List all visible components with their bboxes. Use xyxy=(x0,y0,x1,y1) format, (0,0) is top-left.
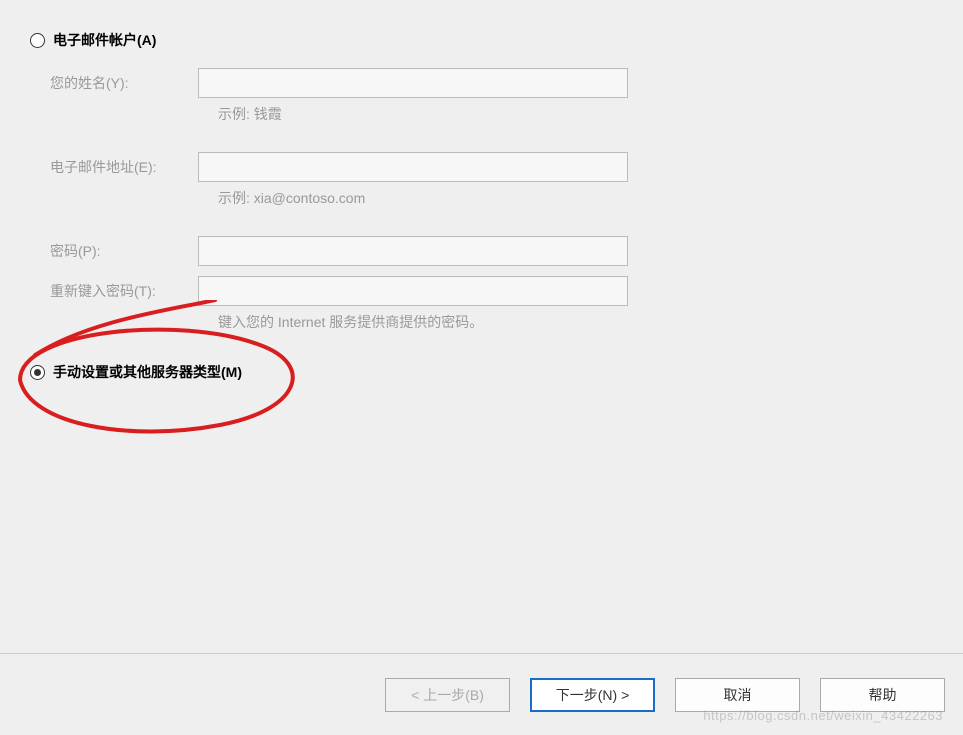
next-button[interactable]: 下一步(N) > xyxy=(530,678,655,712)
password-row: 密码(P): xyxy=(50,236,963,266)
radio-email-account-label: 电子邮件帐户(A) xyxy=(53,30,156,50)
name-hint: 示例: 钱霞 xyxy=(198,104,963,124)
radio-icon-selected xyxy=(30,365,45,380)
back-button[interactable]: < 上一步(B) xyxy=(385,678,510,712)
password-label: 密码(P): xyxy=(50,241,198,261)
radio-manual-setup[interactable]: 手动设置或其他服务器类型(M) xyxy=(30,362,963,382)
name-row: 您的姓名(Y): xyxy=(50,68,963,98)
email-label: 电子邮件地址(E): xyxy=(50,157,198,177)
help-button[interactable]: 帮助 xyxy=(820,678,945,712)
cancel-button[interactable]: 取消 xyxy=(675,678,800,712)
radio-manual-setup-label: 手动设置或其他服务器类型(M) xyxy=(53,362,242,382)
password-retype-hint: 键入您的 Internet 服务提供商提供的密码。 xyxy=(198,312,963,332)
name-label: 您的姓名(Y): xyxy=(50,73,198,93)
radio-icon-unselected xyxy=(30,33,45,48)
email-hint: 示例: xia@contoso.com xyxy=(198,188,963,208)
wizard-button-bar: < 上一步(B) 下一步(N) > 取消 帮助 xyxy=(0,653,963,735)
email-account-fields: 您的姓名(Y): 示例: 钱霞 电子邮件地址(E): 示例: xia@conto… xyxy=(30,68,963,332)
password-retype-input[interactable] xyxy=(198,276,628,306)
password-retype-label: 重新键入密码(T): xyxy=(50,281,198,301)
email-row: 电子邮件地址(E): xyxy=(50,152,963,182)
email-input[interactable] xyxy=(198,152,628,182)
radio-email-account[interactable]: 电子邮件帐户(A) xyxy=(30,30,963,50)
password-retype-row: 重新键入密码(T): xyxy=(50,276,963,306)
name-input[interactable] xyxy=(198,68,628,98)
password-input[interactable] xyxy=(198,236,628,266)
